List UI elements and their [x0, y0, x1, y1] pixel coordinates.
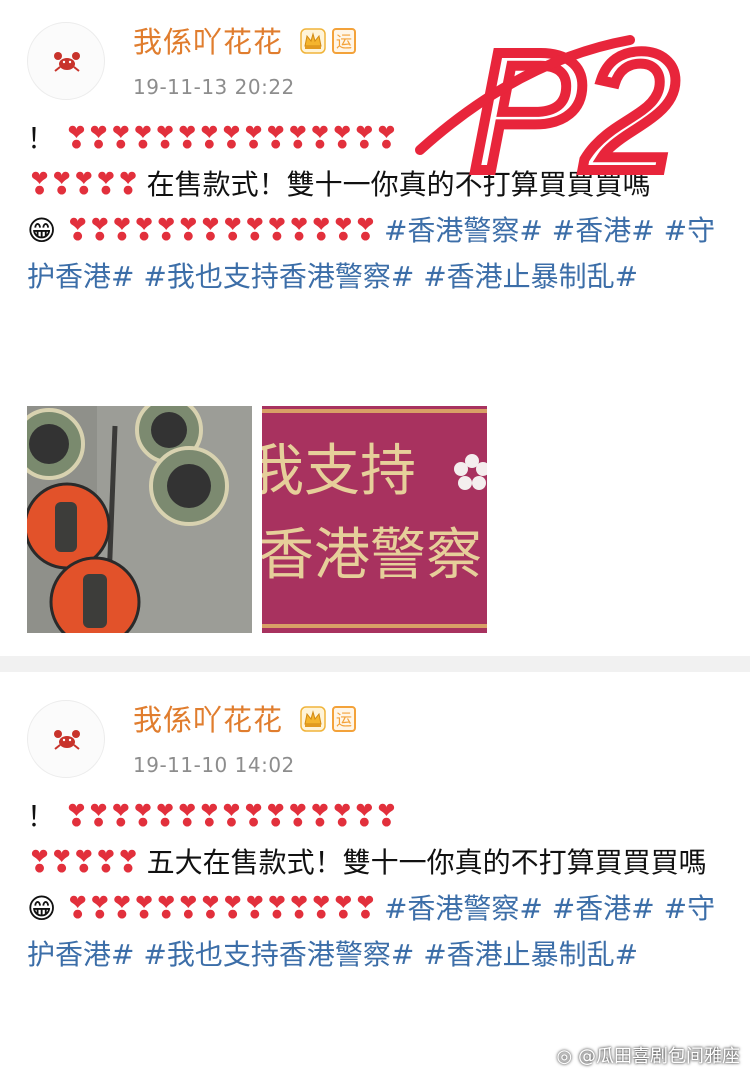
post-text: ！ ❣❣❣❣❣❣❣❣❣❣❣❣❣❣❣ ❣❣❣❣❣ 在售款式！雙十一你真的不打算買買… — [27, 116, 727, 300]
patch-text-line1: 我支持 — [262, 439, 416, 504]
crab-icon — [54, 730, 80, 750]
avatar[interactable] — [27, 22, 105, 100]
hashtag-link[interactable]: #香港# — [552, 892, 655, 925]
exclaim-mark: ！ — [27, 122, 56, 155]
hashtag-link[interactable]: #香港警察# — [384, 214, 543, 247]
post-main-text: 五大在售款式！雙十一你真的不打算買買買嗎 — [146, 846, 707, 879]
post-main-text: 在售款式！雙十一你真的不打算買買買嗎 — [146, 168, 651, 201]
weibo-post: 我係吖花花 运 19-11-13 20:22 ！ ❣❣❣❣❣❣❣❣❣❣❣❣❣❣❣… — [0, 0, 750, 656]
hashtag-link[interactable]: #我也支持香港警察# — [143, 938, 414, 971]
hashtag-link[interactable]: #香港止暴制乱# — [423, 938, 638, 971]
heart-exclamation-icon: ❣❣❣❣❣❣❣❣❣❣❣❣❣❣ — [65, 891, 378, 926]
watermark: ◎ @瓜田喜剧包间雅座 — [557, 1046, 740, 1068]
heart-exclamation-icon: ❣❣❣❣❣ — [27, 167, 141, 202]
weibo-icon: ◎ — [556, 1046, 573, 1067]
post-text: ！ ❣❣❣❣❣❣❣❣❣❣❣❣❣❣❣ ❣❣❣❣❣ 五大在售款式！雙十一你真的不打算… — [27, 794, 727, 978]
grinning-face-icon: 😁 — [27, 214, 57, 247]
hashtag-link[interactable]: #香港# — [552, 214, 655, 247]
post-divider — [0, 656, 750, 672]
avatar[interactable] — [27, 700, 105, 778]
exclaim-mark: ！ — [27, 800, 56, 833]
crown-icon — [300, 28, 326, 54]
photo-embroidered-patch[interactable]: 我支持 香港警察 — [262, 406, 487, 633]
sign-in-badge: 运 — [332, 28, 356, 54]
patch-text-line2: 香港警察 — [262, 523, 482, 588]
post-timestamp: 19-11-13 20:22 — [133, 75, 295, 99]
heart-exclamation-icon: ❣❣❣❣❣ — [27, 845, 141, 880]
crown-icon — [300, 706, 326, 732]
weibo-post: 我係吖花花 运 19-11-10 14:02 ！ ❣❣❣❣❣❣❣❣❣❣❣❣❣❣❣… — [0, 672, 750, 1074]
hashtag-link[interactable]: #我也支持香港警察# — [143, 260, 414, 293]
username[interactable]: 我係吖花花 — [133, 24, 283, 60]
grinning-face-icon: 😁 — [27, 892, 57, 925]
username[interactable]: 我係吖花花 — [133, 702, 283, 738]
crab-icon — [54, 52, 80, 72]
post-images: 我支持 香港警察 — [27, 406, 487, 633]
watermark-text: @瓜田喜剧包间雅座 — [578, 1046, 740, 1067]
heart-exclamation-icon: ❣❣❣❣❣❣❣❣❣❣❣❣❣❣❣ — [63, 121, 399, 156]
hashtag-link[interactable]: #香港警察# — [384, 892, 543, 925]
heart-exclamation-icon: ❣❣❣❣❣❣❣❣❣❣❣❣❣❣ — [65, 213, 378, 248]
post-timestamp: 19-11-10 14:02 — [133, 753, 295, 777]
sign-in-badge: 运 — [332, 706, 356, 732]
photo-police-patches[interactable] — [27, 406, 252, 633]
heart-exclamation-icon: ❣❣❣❣❣❣❣❣❣❣❣❣❣❣❣ — [63, 799, 399, 834]
patches-illustration — [27, 406, 252, 633]
hashtag-link[interactable]: #香港止暴制乱# — [423, 260, 638, 293]
